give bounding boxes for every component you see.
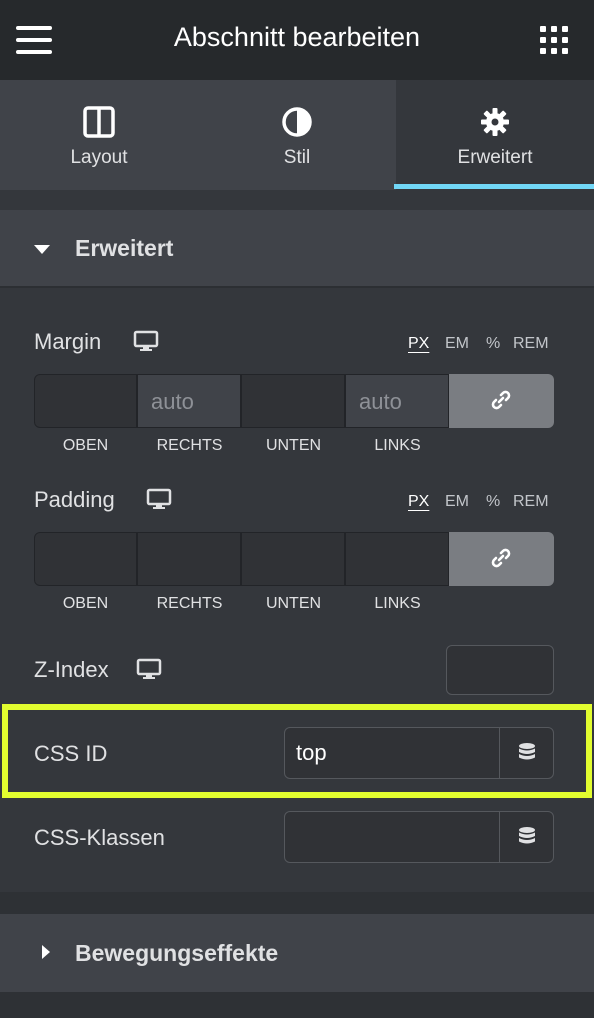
section-title: Bewegungseffekte	[75, 940, 279, 966]
side-label-right: RECHTS	[156, 437, 223, 454]
caret-right-icon	[42, 945, 50, 959]
link-values-button[interactable]	[449, 374, 554, 428]
margin-right-input[interactable]: auto	[137, 374, 241, 428]
section-toggle-erweitert[interactable]: Erweitert	[0, 210, 594, 288]
link-icon	[491, 390, 511, 410]
tab-stil[interactable]: Stil	[198, 80, 396, 190]
tab-label: Layout	[70, 147, 128, 168]
desktop-icon[interactable]	[133, 330, 159, 352]
dynamic-tags-button[interactable]	[499, 812, 553, 862]
database-icon	[519, 743, 535, 760]
padding-bottom-input[interactable]	[241, 532, 345, 586]
margin-left-input[interactable]: auto	[345, 374, 449, 428]
side-label-top: OBEN	[62, 437, 109, 454]
margin-label: Margin	[34, 329, 102, 354]
tab-erweitert[interactable]: Erweitert	[396, 80, 594, 190]
tab-label: Erweitert	[457, 147, 533, 168]
unit-percent[interactable]: %	[486, 335, 500, 353]
unit-px[interactable]: PX	[408, 335, 429, 353]
z-index-input[interactable]	[446, 645, 554, 695]
database-icon	[519, 827, 535, 844]
desktop-icon[interactable]	[146, 488, 172, 510]
gear-icon	[481, 108, 509, 136]
unit-rem[interactable]: REM	[513, 493, 549, 511]
section-title: Erweitert	[75, 235, 174, 261]
margin-top-input[interactable]	[34, 374, 137, 428]
page-title: Abschnitt bearbeiten	[173, 22, 421, 52]
side-label-right: RECHTS	[156, 595, 223, 612]
margin-units: PX EM % REM	[408, 335, 558, 355]
side-label-left: LINKS	[374, 437, 421, 454]
panel-separator	[0, 892, 594, 914]
unit-rem[interactable]: REM	[513, 335, 549, 353]
editor-header: Abschnitt bearbeiten	[0, 0, 594, 80]
caret-down-icon	[34, 245, 50, 254]
margin-bottom-input[interactable]	[241, 374, 345, 428]
desktop-icon[interactable]	[136, 658, 162, 680]
margin-dimensions: auto auto	[34, 374, 554, 428]
side-label-top: OBEN	[62, 595, 109, 612]
panel-separator	[0, 992, 594, 1018]
active-tab-indicator	[394, 184, 594, 189]
padding-units: PX EM % REM	[408, 493, 558, 513]
padding-left-input[interactable]	[345, 532, 449, 586]
editor-tabs: Layout Stil Erweitert	[0, 80, 594, 190]
css-classes-input[interactable]	[284, 811, 554, 863]
css-id-input[interactable]: top	[284, 727, 554, 779]
z-index-label: Z-Index	[34, 657, 109, 682]
link-values-button[interactable]	[449, 532, 554, 586]
padding-label: Padding	[34, 487, 115, 512]
section-toggle-bewegungseffekte[interactable]: Bewegungseffekte	[0, 914, 594, 992]
padding-top-input[interactable]	[34, 532, 137, 586]
padding-right-input[interactable]	[137, 532, 241, 586]
side-label-left: LINKS	[374, 595, 421, 612]
tab-layout[interactable]: Layout	[0, 80, 198, 190]
unit-percent[interactable]: %	[486, 493, 500, 511]
tab-label: Stil	[283, 147, 311, 168]
dynamic-tags-button[interactable]	[499, 728, 553, 778]
padding-dimensions	[34, 532, 554, 586]
unit-em[interactable]: EM	[445, 493, 469, 511]
css-id-value: top	[296, 740, 327, 765]
link-icon	[491, 548, 511, 568]
columns-icon	[83, 106, 115, 138]
widgets-grid-icon[interactable]	[540, 26, 568, 54]
css-id-label: CSS ID	[34, 741, 108, 766]
css-classes-label: CSS-Klassen	[34, 825, 165, 850]
side-label-bottom: UNTEN	[265, 437, 322, 454]
unit-px[interactable]: PX	[408, 493, 429, 511]
side-label-bottom: UNTEN	[265, 595, 322, 612]
unit-em[interactable]: EM	[445, 335, 469, 353]
half-circle-icon	[282, 107, 312, 137]
